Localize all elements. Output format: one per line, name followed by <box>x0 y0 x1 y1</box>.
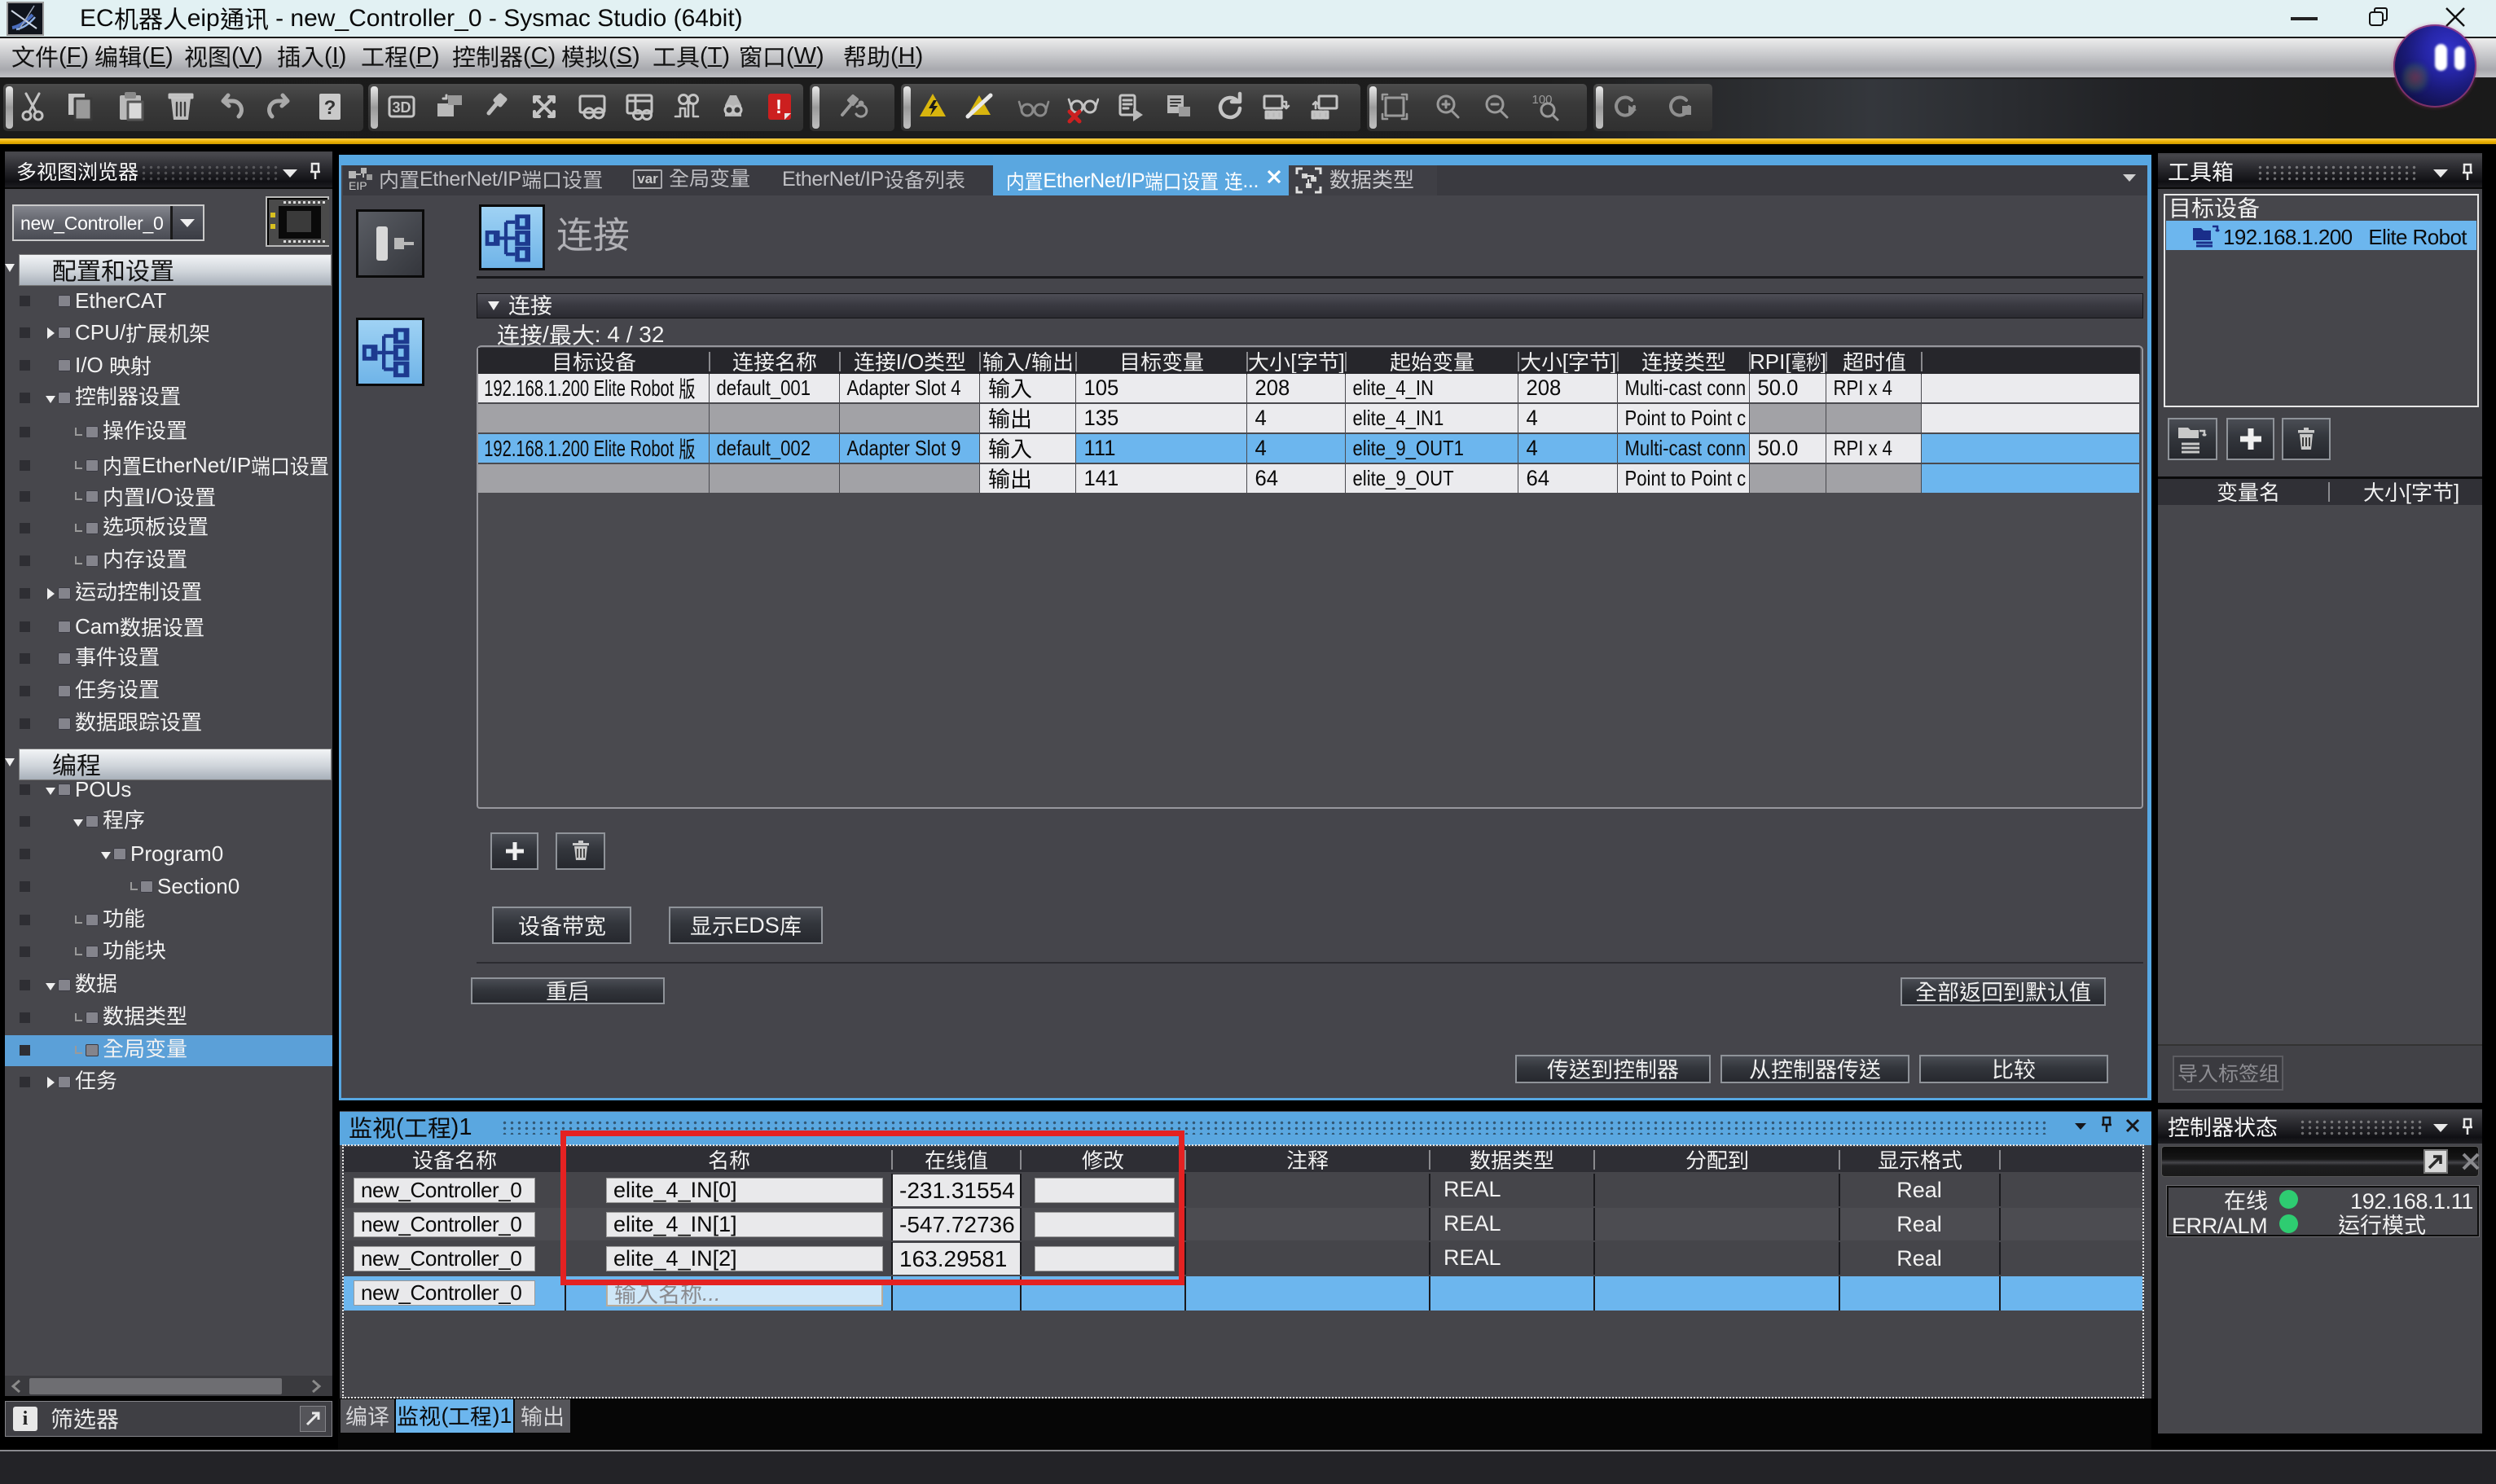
svg-text:!: ! <box>776 96 782 118</box>
svg-text:EIP: EIP <box>349 179 367 191</box>
svg-text:3D: 3D <box>392 99 411 116</box>
svg-text:?: ? <box>324 97 336 119</box>
